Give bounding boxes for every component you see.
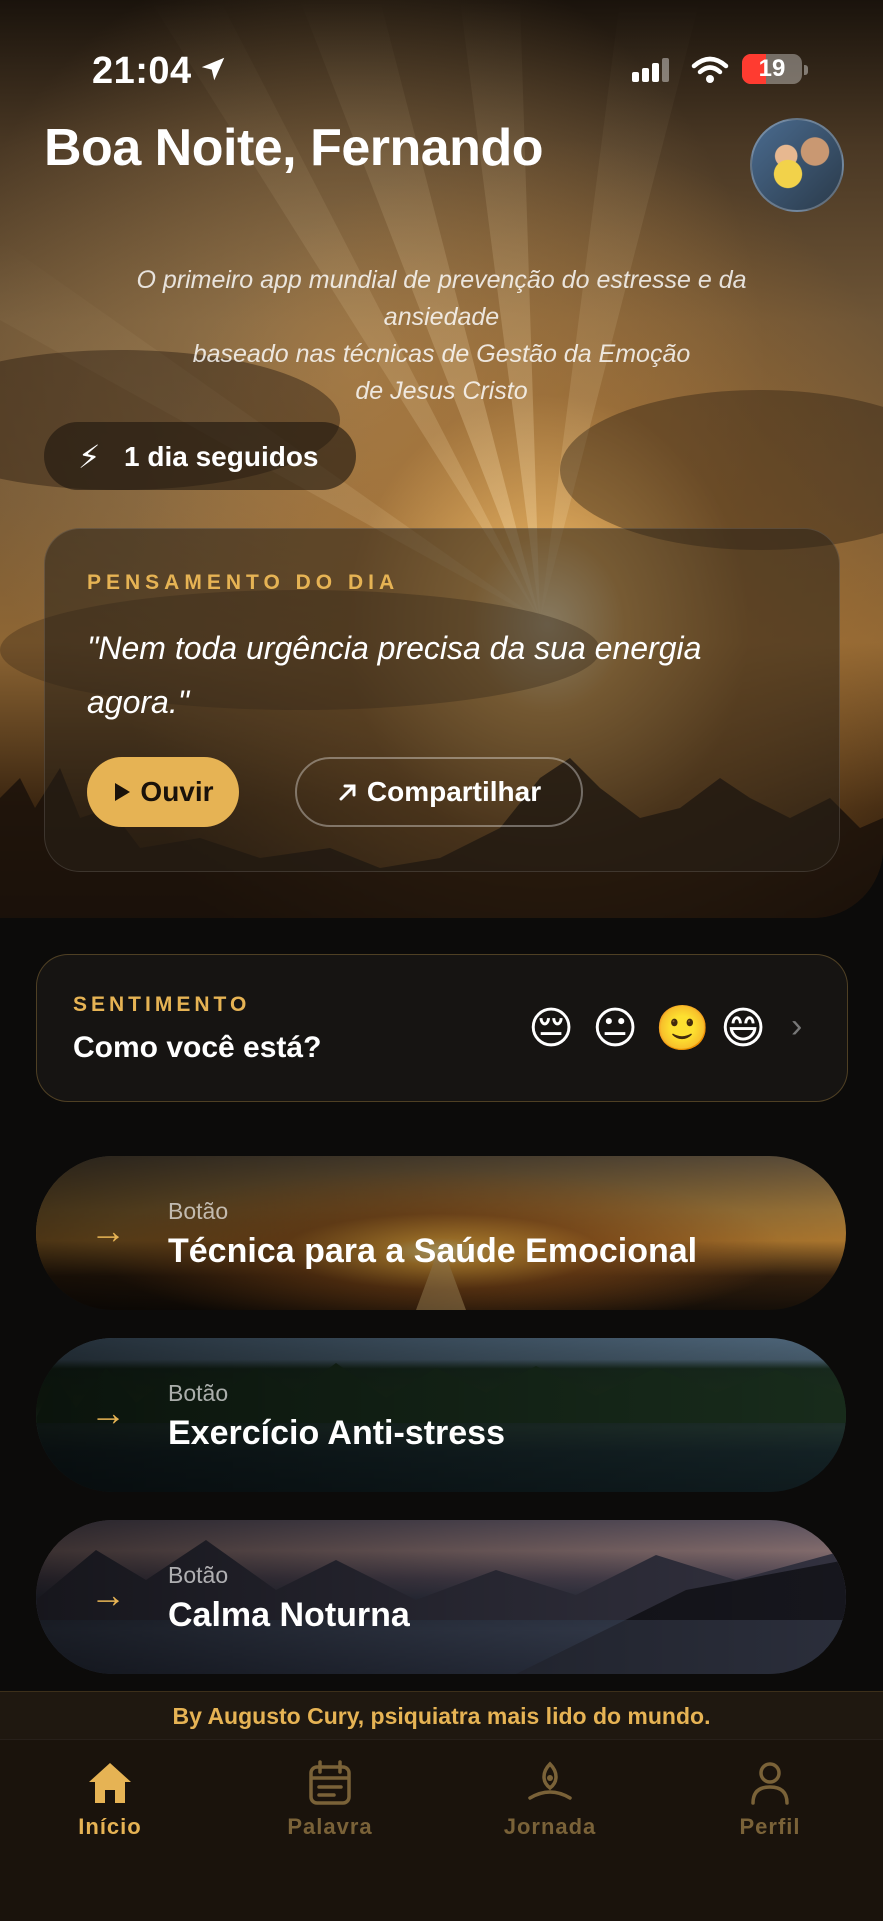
location-arrow-icon [201,57,225,81]
avatar[interactable] [750,118,844,212]
home-icon [89,1763,131,1803]
listen-label: Ouvir [140,776,214,807]
action-subtitle: Botão [168,1198,229,1224]
arrow-right-icon: → [90,1574,126,1615]
play-icon [115,783,131,801]
arrow-right-icon: → [90,1392,126,1433]
thought-label: PENSAMENTO DO DIA [87,571,400,594]
neutral-emoji-icon[interactable]: 😐 [591,1005,639,1053]
tagline-line: O primeiro app mundial de prevenção do e… [136,266,747,294]
calendar-icon [309,1760,351,1805]
author-credit: By Augusto Cury, psiquiatra mais lido do… [0,1691,883,1740]
battery-indicator: 19 [742,54,802,84]
share-arrow-icon [339,784,356,801]
tab-jornada[interactable]: Jornada [440,1760,660,1840]
tagline-line: baseado nas técnicas de Gestão da Emoção [192,340,691,368]
action-title: Técnica para a Saúde Emocional [168,1232,698,1270]
tab-inicio[interactable]: Início [0,1760,220,1840]
action-title: Calma Noturna [168,1596,410,1634]
action-subtitle: Botão [168,1562,229,1588]
lightning-icon: ⚡ [78,439,101,475]
thought-of-day-card: PENSAMENTO DO DIA "Nem toda urgência pre… [44,528,840,872]
anti-stress-exercise-button[interactable]: → Botão Exercício Anti-stress [36,1338,846,1492]
tab-label: Perfil [739,1814,801,1839]
grin-emoji-icon[interactable]: 😄 [719,1005,767,1053]
action-subtitle: Botão [168,1380,229,1406]
thought-quote: "Nem toda urgência precisa da sua energi… [87,630,702,720]
person-icon [751,1762,789,1805]
share-label: Compartilhar [366,776,542,807]
tab-palavra[interactable]: Palavra [220,1760,440,1840]
share-button[interactable]: Compartilhar [295,757,583,827]
emotional-health-button[interactable]: → Botão Técnica para a Saúde Emocional [36,1156,846,1310]
greeting-title: Boa Noite, Fernando [44,119,543,177]
action-title: Exercício Anti-stress [168,1414,505,1452]
mood-card[interactable]: SENTIMENTO Como você está? 😔 😐 🙂 😄 › [36,954,848,1102]
night-calm-button[interactable]: → Botão Calma Noturna [36,1520,846,1674]
app-tagline: O primeiro app mundial de prevenção do e… [80,262,803,410]
listen-button[interactable]: Ouvir [87,757,239,827]
smile-emoji-icon[interactable]: 🙂 [655,1005,710,1053]
wifi-icon [691,56,729,83]
meditation-icon [528,1761,572,1800]
tagline-line: de Jesus Cristo [355,377,528,405]
tab-label: Jornada [503,1814,597,1839]
sad-emoji-icon[interactable]: 😔 [527,1005,575,1053]
mood-question: Como você está? [73,1031,322,1064]
tab-bar: Início Palavra Jornada Perfil [0,1739,883,1921]
streak-badge: ⚡ 1 dia seguidos [44,422,356,490]
tagline-line: ansiedade [383,303,500,331]
tab-perfil[interactable]: Perfil [660,1760,880,1840]
arrow-right-icon: → [90,1210,126,1251]
status-bar: 21:04 19 [0,50,883,94]
status-time: 21:04 [92,50,192,92]
tab-label: Início [78,1814,142,1839]
chevron-right-icon: › [791,1007,803,1045]
tab-label: Palavra [287,1814,373,1839]
streak-label: 1 dia seguidos [124,441,319,472]
hero-section: 21:04 19 Boa Noite, Fernando O primeiro … [0,0,883,918]
battery-level: 19 [758,55,786,82]
cellular-signal-icon [632,58,669,82]
mood-label: SENTIMENTO [73,993,251,1016]
